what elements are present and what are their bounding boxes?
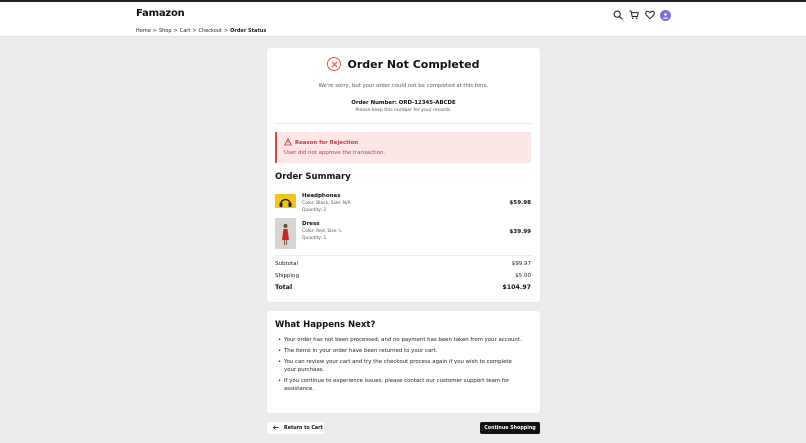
arrow-left-icon bbox=[272, 424, 279, 432]
item-price: $59.98 bbox=[509, 200, 531, 206]
next-steps-title: What Happens Next? bbox=[275, 320, 376, 330]
list-item: Your order has not been processed, and n… bbox=[278, 336, 523, 344]
breadcrumb-checkout[interactable]: Checkout bbox=[199, 28, 222, 34]
total-label: Total bbox=[275, 284, 293, 291]
divider bbox=[275, 255, 532, 256]
header-actions bbox=[612, 9, 671, 21]
subtotal-label: Subtotal bbox=[275, 261, 299, 267]
shipping-row: Shipping $5.00 bbox=[275, 273, 531, 279]
shipping-label: Shipping bbox=[275, 273, 299, 279]
heart-icon[interactable] bbox=[644, 9, 656, 21]
breadcrumb-home[interactable]: Home bbox=[136, 28, 151, 34]
error-x-icon bbox=[327, 57, 342, 71]
order-number: Order Number: ORD-12345-ABCDE bbox=[351, 100, 456, 106]
return-to-cart-button[interactable]: Return to Cart bbox=[267, 422, 324, 434]
status-header: Order Not Completed bbox=[267, 57, 540, 71]
headphones-image bbox=[275, 194, 296, 208]
breadcrumb-separator: > bbox=[173, 28, 178, 34]
item-quantity: Quantity: 2 bbox=[302, 208, 327, 213]
order-summary-title: Order Summary bbox=[275, 172, 351, 182]
order-item-headphones: Headphones Color: Black, Size: N/A Quant… bbox=[275, 193, 531, 213]
top-navigation: Famazon Home > Shop > Cart > Checkout > … bbox=[0, 0, 806, 37]
item-name: Dress bbox=[302, 221, 320, 227]
continue-shopping-button[interactable]: Continue Shopping bbox=[480, 422, 540, 434]
breadcrumb: Home > Shop > Cart > Checkout > Order St… bbox=[136, 28, 266, 34]
item-details: Color: Black, Size: N/A bbox=[302, 201, 351, 206]
next-steps-card: What Happens Next? Your order has not be… bbox=[267, 311, 540, 413]
search-icon[interactable] bbox=[612, 9, 624, 21]
breadcrumb-separator: > bbox=[192, 28, 197, 34]
item-details: Color: Red, Size: L bbox=[302, 229, 342, 234]
site-logo[interactable]: Famazon bbox=[136, 8, 185, 19]
order-number-note: Please keep this number for your records… bbox=[355, 108, 452, 113]
dress-image bbox=[275, 218, 296, 249]
shipping-value: $5.00 bbox=[515, 273, 531, 279]
item-quantity: Quantity: 1 bbox=[302, 236, 327, 241]
breadcrumb-separator: > bbox=[223, 28, 229, 34]
list-item: If you continue to experience issues, pl… bbox=[278, 377, 523, 393]
divider bbox=[275, 123, 532, 124]
breadcrumb-separator: > bbox=[152, 28, 157, 34]
rejection-alert: Reason for Rejection User did not approv… bbox=[275, 132, 531, 163]
order-item-dress: Dress Color: Red, Size: L Quantity: 1 $3… bbox=[275, 218, 531, 250]
total-row: Total $104.97 bbox=[275, 284, 531, 291]
return-to-cart-label: Return to Cart bbox=[284, 425, 323, 431]
warning-triangle-icon bbox=[283, 137, 293, 148]
order-status-card: Order Not Completed We're sorry, but you… bbox=[267, 48, 540, 302]
subtotal-value: $99.97 bbox=[511, 261, 531, 267]
subtotal-row: Subtotal $99.97 bbox=[275, 261, 531, 267]
status-message: We're sorry, but your order could not be… bbox=[318, 83, 489, 89]
rejection-message: User did not approve the transaction. bbox=[284, 150, 386, 156]
cart-icon[interactable] bbox=[628, 9, 640, 21]
page-title: Order Not Completed bbox=[347, 57, 480, 71]
user-avatar[interactable] bbox=[660, 9, 671, 21]
breadcrumb-cart[interactable]: Cart bbox=[180, 28, 191, 34]
total-value: $104.97 bbox=[502, 284, 531, 291]
rejection-heading-text: Reason for Rejection bbox=[295, 140, 359, 146]
item-name: Headphones bbox=[302, 193, 341, 199]
item-price: $39.99 bbox=[509, 229, 531, 235]
rejection-heading: Reason for Rejection bbox=[283, 137, 359, 148]
breadcrumb-shop[interactable]: Shop bbox=[159, 28, 172, 34]
list-item: The items in your order have been return… bbox=[278, 347, 523, 355]
list-item: You can review your cart and try the che… bbox=[278, 358, 523, 374]
next-steps-list: Your order has not been processed, and n… bbox=[278, 336, 523, 396]
breadcrumb-current: Order Status bbox=[230, 28, 267, 34]
